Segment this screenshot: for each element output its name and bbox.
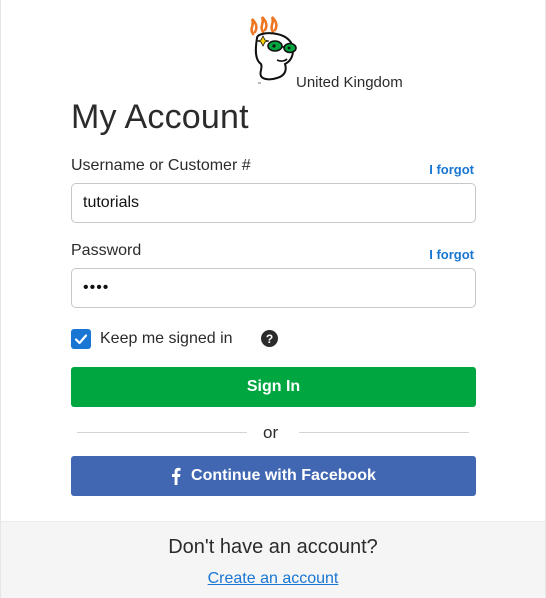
keep-signed-in-checkbox[interactable]	[71, 329, 91, 349]
password-input[interactable]	[71, 268, 476, 308]
divider-left	[77, 432, 247, 433]
forgot-password-link[interactable]: I forgot	[429, 247, 474, 262]
password-label: Password	[71, 242, 142, 259]
svg-text:™: ™	[257, 82, 262, 88]
checkmark-icon	[74, 334, 88, 345]
keep-signed-in-row: Keep me signed in	[71, 329, 233, 349]
username-label: Username or Customer #	[71, 157, 251, 174]
username-input[interactable]	[71, 183, 476, 223]
or-separator: or	[263, 423, 279, 442]
facebook-button-label: Continue with Facebook	[191, 467, 376, 484]
keep-signed-in-label[interactable]: Keep me signed in	[100, 330, 233, 348]
sign-in-button-label: Sign In	[246, 378, 301, 395]
create-account-link[interactable]: Create an account	[208, 570, 339, 587]
login-page: ™ United Kingdom My Account Username or …	[0, 0, 546, 598]
page-title: My Account	[71, 98, 249, 136]
no-account-prompt: Don't have an account?	[168, 536, 378, 558]
signup-footer: Don't have an account? Create an account	[1, 521, 545, 598]
question-circle-icon[interactable]: ?	[261, 330, 278, 347]
facebook-f-icon	[171, 467, 181, 485]
sign-in-button[interactable]: Sign In	[71, 367, 476, 407]
divider-right	[299, 432, 469, 433]
region-label: United Kingdom	[296, 74, 403, 91]
create-account-row: Create an account	[1, 570, 545, 588]
forgot-username-link[interactable]: I forgot	[429, 162, 474, 177]
continue-with-facebook-button[interactable]: Continue with Facebook	[71, 456, 476, 496]
